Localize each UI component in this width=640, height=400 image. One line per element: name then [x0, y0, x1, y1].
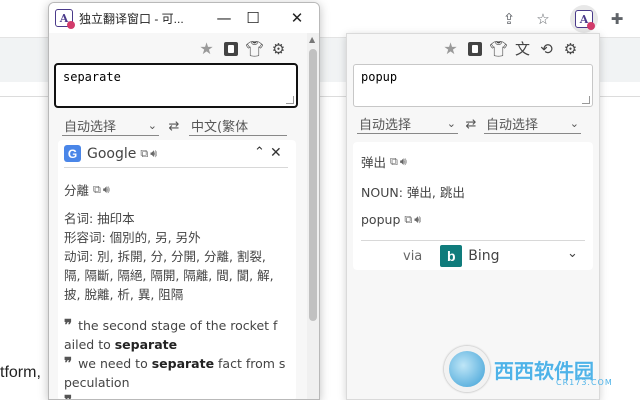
theme-shirt-icon[interactable]: 👕︎ [245, 39, 264, 58]
popup-language-row: 自动选择 ⌄ ⇄ 自动选择 ⌄ [357, 114, 581, 134]
speaker-icon[interactable]: 🔊︎ [150, 147, 157, 161]
resize-grip-icon[interactable] [286, 96, 294, 104]
watermark-subtext: CR173.COM [556, 378, 613, 387]
target-language-select[interactable]: 中文(繁体 [189, 116, 287, 136]
header-divider [64, 167, 288, 168]
maximize-button[interactable]: ☐ [241, 6, 265, 30]
popup-result-word: 弹出 [361, 155, 387, 170]
quote-icon: ❞ [64, 392, 72, 399]
popup-original-line: popup ⧉ 🔊︎ [361, 212, 422, 227]
popup-engine-name: Bing [468, 248, 500, 264]
google-result-card: G Google ⧉ 🔊︎ ⌃ ✕ 分離 ⧉ 🔊︎ 名词: 抽印本 形容词: 個… [58, 140, 296, 399]
chevron-down-icon: ⌄ [569, 117, 579, 130]
popup-result-word-line: 弹出 ⧉ 🔊︎ [361, 152, 407, 171]
footer-divider [361, 240, 585, 241]
translator-extension-button[interactable]: A [570, 5, 598, 33]
translate-icon[interactable]: 文 [513, 39, 532, 58]
extensions-puzzle-icon[interactable]: ✚ [606, 8, 628, 30]
result-word: 分離 [64, 183, 90, 198]
close-button[interactable]: ✕ [285, 6, 309, 30]
popup-swap-languages-button[interactable]: ⇄ [458, 117, 484, 132]
bing-result-card: 弹出 ⧉ 🔊︎ NOUN: 弹出, 跳出 popup ⧉ 🔊︎ via b Bi… [353, 142, 593, 270]
watermark-logo-icon [444, 346, 490, 392]
favorite-star-icon[interactable]: ★ [441, 39, 460, 58]
scroll-up-arrow-icon[interactable]: ▲ [309, 35, 315, 44]
example-sentence-3: ❞ [64, 392, 78, 399]
chevron-down-icon: ⌄ [446, 117, 456, 130]
popup-noun-line: NOUN: 弹出, 跳出 [361, 185, 465, 200]
window-toolbar: ★ 👕︎ ⚙ [197, 39, 288, 58]
collection-icon[interactable] [221, 39, 240, 58]
via-label: via [403, 248, 423, 264]
collapse-chevron-icon[interactable]: ⌃ [254, 145, 265, 160]
source-language-select[interactable]: 自动选择 ⌄ [62, 116, 159, 136]
speaker-icon[interactable]: 🔊︎ [400, 155, 407, 169]
close-result-icon[interactable]: ✕ [270, 145, 282, 161]
popup-target-language-select[interactable]: 自动选择 ⌄ [484, 114, 581, 134]
settings-gear-icon[interactable]: ⚙ [269, 39, 288, 58]
scroll-thumb[interactable] [309, 49, 317, 321]
quote-icon: ❞ [64, 354, 73, 372]
extension-popup: ★ 👕︎ 文 ⟲ ⚙ popup 自动选择 ⌄ ⇄ 自动选择 ⌄ 弹出 ⧉ 🔊︎… [346, 33, 600, 400]
engine-dropdown-chevron-icon[interactable]: ⌄ [567, 246, 578, 261]
example-sentence-1: ❞ the second stage of the rocket f ailed … [64, 316, 278, 352]
collection-icon[interactable] [465, 39, 484, 58]
bing-logo-icon: b [440, 245, 463, 267]
popup-source-text-input[interactable]: popup [353, 64, 593, 107]
speaker-icon[interactable]: 🔊︎ [414, 213, 421, 227]
bookmark-star-icon[interactable]: ☆ [532, 8, 554, 30]
site-watermark: 西西软件园 CR173.COM [444, 346, 612, 392]
app-logo-icon: A [55, 9, 75, 29]
window-scrollbar[interactable]: ▲ [307, 33, 319, 399]
quote-icon: ❞ [64, 316, 73, 334]
window-titlebar[interactable]: A 独立翻译窗口 - 可... — ☐ ✕ [49, 3, 319, 33]
popup-source-language-select[interactable]: 自动选择 ⌄ [357, 114, 458, 134]
example-sentence-2: ❞ we need to separate fact from s peculat… [64, 354, 286, 390]
result-word-line: 分離 ⧉ 🔊︎ [64, 180, 110, 199]
history-icon[interactable]: ⟲ [537, 39, 556, 58]
google-logo-icon: G [64, 145, 81, 162]
window-title: 独立翻译窗口 - 可... [79, 11, 184, 26]
translator-logo-icon: A [575, 10, 595, 30]
chevron-down-icon: ⌄ [147, 119, 157, 132]
part-of-speech-block: 名词: 抽印本 形容词: 個別的, 另, 另外 动词: 別, 拆開, 分, 分開… [64, 211, 274, 302]
resize-grip-icon[interactable] [582, 96, 590, 104]
engine-name: Google [87, 145, 137, 162]
settings-gear-icon[interactable]: ⚙ [561, 39, 580, 58]
swap-languages-button[interactable]: ⇄ [159, 119, 189, 134]
copy-icon[interactable]: ⧉ [93, 183, 101, 197]
language-row: 自动选择 ⌄ ⇄ 中文(繁体 [62, 116, 287, 136]
page-body-text: tform, [0, 364, 41, 381]
source-text-input[interactable]: separate [54, 63, 298, 108]
copy-icon[interactable]: ⧉ [404, 213, 412, 227]
popup-toolbar: ★ 👕︎ 文 ⟲ ⚙ [441, 39, 580, 58]
speaker-icon[interactable]: 🔊︎ [103, 183, 110, 197]
popup-engine-footer[interactable]: via b Bing [403, 245, 500, 267]
copy-icon[interactable]: ⧉ [140, 147, 148, 161]
copy-icon[interactable]: ⧉ [390, 155, 398, 169]
share-icon[interactable]: ⇪ [498, 8, 520, 30]
theme-shirt-icon[interactable]: 👕︎ [489, 39, 508, 58]
minimize-button[interactable]: — [212, 6, 236, 30]
standalone-translate-window: A 独立翻译窗口 - 可... — ☐ ✕ ★ 👕︎ ⚙ separate 自动… [48, 2, 320, 400]
favorite-star-icon[interactable]: ★ [197, 39, 216, 58]
engine-header: G Google ⧉ 🔊︎ [64, 145, 157, 162]
